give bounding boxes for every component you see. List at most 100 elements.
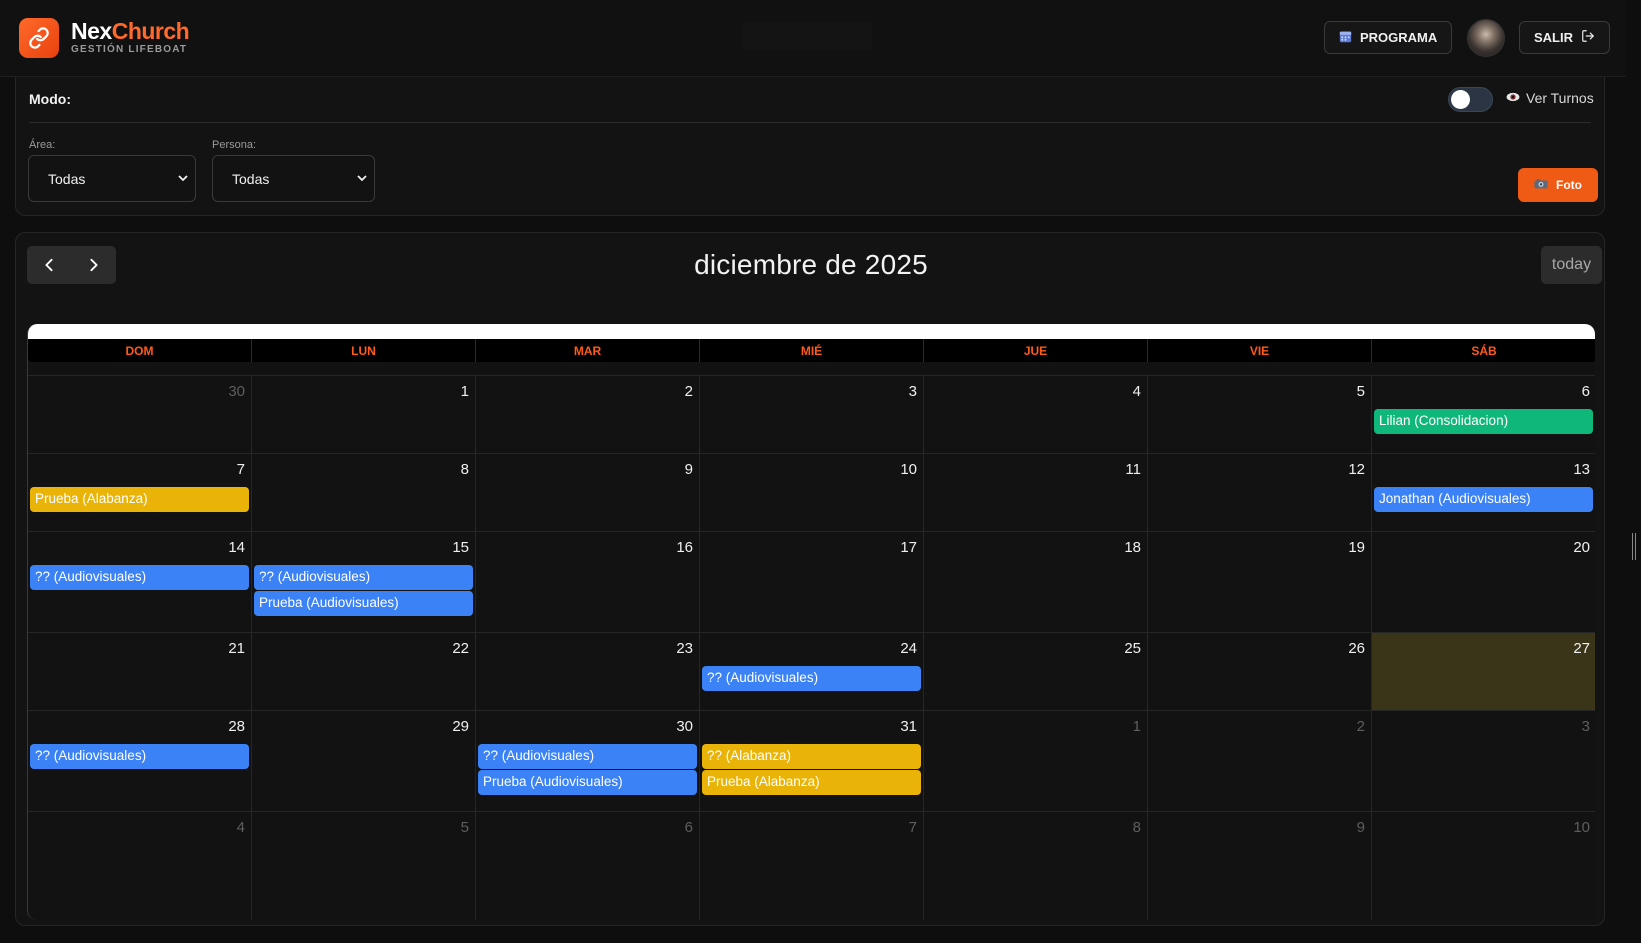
day-cell[interactable]: 9 (1148, 812, 1372, 920)
day-cell[interactable]: 30 (28, 376, 252, 453)
day-number[interactable]: 4 (237, 819, 245, 836)
day-number[interactable]: 6 (1582, 383, 1590, 400)
today-button[interactable]: today (1541, 246, 1602, 284)
brand[interactable]: NexChurch GESTIÓN LIFEBOAT (71, 18, 190, 55)
calendar-event[interactable]: Prueba (Alabanza) (30, 487, 249, 512)
day-cell[interactable]: 25 (924, 633, 1148, 710)
day-number[interactable]: 16 (676, 539, 693, 556)
day-number[interactable]: 19 (1348, 539, 1365, 556)
day-cell[interactable]: 3 (1372, 711, 1595, 811)
day-cell-today[interactable]: 27 (1372, 633, 1595, 710)
day-number[interactable]: 20 (1573, 539, 1590, 556)
day-number[interactable]: 10 (900, 461, 917, 478)
day-number[interactable]: 7 (237, 461, 245, 478)
day-number[interactable]: 2 (685, 383, 693, 400)
day-cell[interactable]: 1 (924, 711, 1148, 811)
day-number[interactable]: 15 (452, 539, 469, 556)
calendar-event[interactable]: Prueba (Alabanza) (702, 770, 921, 795)
calendar-event[interactable]: ?? (Alabanza) (702, 744, 921, 769)
day-number[interactable]: 30 (228, 383, 245, 400)
day-cell[interactable]: 10 (1372, 812, 1595, 920)
day-cell[interactable]: 7 Prueba (Alabanza) (28, 454, 252, 531)
day-cell[interactable]: 12 (1148, 454, 1372, 531)
day-number[interactable]: 21 (228, 640, 245, 657)
day-number[interactable]: 3 (1582, 718, 1590, 735)
day-number[interactable]: 29 (452, 718, 469, 735)
day-number[interactable]: 26 (1348, 640, 1365, 657)
day-number[interactable]: 5 (1357, 383, 1365, 400)
day-cell[interactable]: 5 (1148, 376, 1372, 453)
day-cell[interactable]: 8 (252, 454, 476, 531)
day-cell[interactable]: 6 (476, 812, 700, 920)
day-number[interactable]: 3 (909, 383, 917, 400)
day-number[interactable]: 30 (676, 718, 693, 735)
day-cell[interactable]: 10 (700, 454, 924, 531)
day-cell[interactable]: 3 (700, 376, 924, 453)
day-cell[interactable]: 26 (1148, 633, 1372, 710)
calendar-event[interactable]: ?? (Audiovisuales) (30, 565, 249, 590)
day-cell[interactable]: 4 (924, 376, 1148, 453)
day-cell[interactable]: 7 (700, 812, 924, 920)
day-cell[interactable]: 28 ?? (Audiovisuales) (28, 711, 252, 811)
day-cell[interactable]: 16 (476, 532, 700, 632)
day-cell[interactable]: 15 ?? (Audiovisuales) Prueba (Audiovisuale… (252, 532, 476, 632)
day-number[interactable]: 8 (461, 461, 469, 478)
day-number[interactable]: 27 (1573, 640, 1590, 657)
foto-button[interactable]: Foto (1518, 168, 1598, 202)
day-number[interactable]: 12 (1348, 461, 1365, 478)
calendar-event[interactable]: Jonathan (Audiovisuales) (1374, 487, 1593, 512)
calendar-event[interactable]: Prueba (Audiovisuales) (478, 770, 697, 795)
calendar-event[interactable]: Prueba (Audiovisuales) (254, 591, 473, 616)
day-cell[interactable]: 6 Lilian (Consolidacion) (1372, 376, 1595, 453)
day-number[interactable]: 24 (900, 640, 917, 657)
calendar-event[interactable]: ?? (Audiovisuales) (30, 744, 249, 769)
day-cell[interactable]: 13 Jonathan (Audiovisuales) (1372, 454, 1595, 531)
day-cell[interactable]: 9 (476, 454, 700, 531)
day-number[interactable]: 9 (685, 461, 693, 478)
day-cell[interactable]: 20 (1372, 532, 1595, 632)
day-number[interactable]: 2 (1357, 718, 1365, 735)
day-cell[interactable]: 23 (476, 633, 700, 710)
calendar-event[interactable]: ?? (Audiovisuales) (702, 666, 921, 691)
day-number[interactable]: 31 (900, 718, 917, 735)
day-number[interactable]: 7 (909, 819, 917, 836)
day-number[interactable]: 14 (228, 539, 245, 556)
day-number[interactable]: 5 (461, 819, 469, 836)
day-cell[interactable]: 1 (252, 376, 476, 453)
day-number[interactable]: 6 (685, 819, 693, 836)
day-cell[interactable]: 17 (700, 532, 924, 632)
day-number[interactable]: 23 (676, 640, 693, 657)
day-cell[interactable]: 31 ?? (Alabanza) Prueba (Alabanza) (700, 711, 924, 811)
day-cell[interactable]: 18 (924, 532, 1148, 632)
day-cell[interactable]: 30 ?? (Audiovisuales) Prueba (Audiovisuale… (476, 711, 700, 811)
programa-button[interactable]: PROGRAMA (1324, 21, 1453, 54)
day-number[interactable]: 18 (1124, 539, 1141, 556)
day-number[interactable]: 28 (228, 718, 245, 735)
day-cell[interactable]: 2 (476, 376, 700, 453)
persona-select[interactable]: Todas (212, 155, 375, 202)
day-cell[interactable]: 2 (1148, 711, 1372, 811)
salir-button[interactable]: SALIR (1519, 21, 1610, 54)
day-number[interactable]: 1 (461, 383, 469, 400)
day-number[interactable]: 13 (1573, 461, 1590, 478)
day-number[interactable]: 11 (1125, 461, 1141, 478)
day-cell[interactable]: 14 ?? (Audiovisuales) (28, 532, 252, 632)
day-cell[interactable]: 19 (1148, 532, 1372, 632)
day-number[interactable]: 1 (1133, 718, 1141, 735)
calendar-event[interactable]: ?? (Audiovisuales) (478, 744, 697, 769)
ver-turnos[interactable]: Ver Turnos (1506, 90, 1594, 106)
ver-turnos-toggle[interactable] (1448, 87, 1493, 112)
link-logo-icon[interactable] (19, 18, 59, 58)
avatar[interactable] (1467, 19, 1505, 57)
day-cell[interactable]: 21 (28, 633, 252, 710)
day-cell[interactable]: 4 (28, 812, 252, 920)
day-cell[interactable]: 8 (924, 812, 1148, 920)
calendar-event[interactable]: Lilian (Consolidacion) (1374, 409, 1593, 434)
day-cell[interactable]: 29 (252, 711, 476, 811)
day-number[interactable]: 9 (1357, 819, 1365, 836)
day-cell[interactable]: 24 ?? (Audiovisuales) (700, 633, 924, 710)
day-number[interactable]: 22 (452, 640, 469, 657)
day-number[interactable]: 25 (1124, 640, 1141, 657)
day-number[interactable]: 8 (1133, 819, 1141, 836)
day-cell[interactable]: 11 (924, 454, 1148, 531)
